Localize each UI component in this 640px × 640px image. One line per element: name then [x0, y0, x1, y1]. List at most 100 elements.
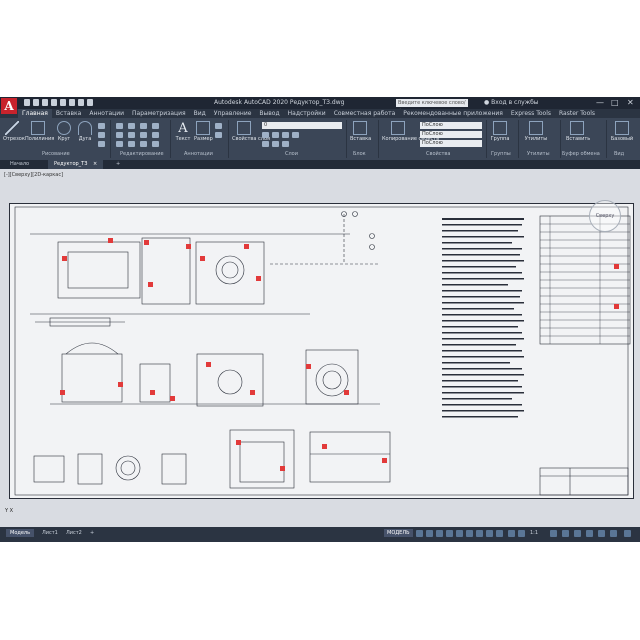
customization-icon[interactable]	[624, 530, 631, 537]
drawing-tab[interactable]: Редуктор_ТЗ ×	[48, 160, 104, 169]
offset-icon[interactable]	[152, 141, 159, 147]
explode-icon[interactable]	[152, 132, 159, 138]
tab-addins[interactable]: Надстройки	[284, 109, 330, 118]
tab-annotate[interactable]: Аннотации	[85, 109, 128, 118]
model-space-toggle[interactable]: МОДЕЛЬ	[384, 529, 413, 537]
tab-parametric[interactable]: Параметризация	[128, 109, 190, 118]
save-as-icon[interactable]	[51, 99, 57, 106]
web-mobile-icon[interactable]	[60, 99, 66, 106]
search-input[interactable]: Введите ключевое слово/фразу	[396, 99, 468, 114]
stretch-icon[interactable]	[116, 141, 123, 147]
save-icon[interactable]	[42, 99, 48, 106]
mirror-icon[interactable]	[128, 132, 135, 138]
grid-icon[interactable]	[416, 530, 423, 537]
otrack-icon[interactable]	[466, 530, 473, 537]
table-icon[interactable]	[215, 132, 222, 138]
panel-block-label[interactable]: Блок	[353, 151, 366, 157]
group-tool[interactable]: Группа	[490, 121, 510, 142]
layer-tool-icon[interactable]	[262, 141, 269, 147]
tab-layout1[interactable]: Лист1	[38, 529, 62, 537]
transparency-icon[interactable]	[486, 530, 493, 537]
tab-insert[interactable]: Вставка	[52, 109, 85, 118]
tab-output[interactable]: Вывод	[255, 109, 283, 118]
insert-block-tool[interactable]: Вставка	[350, 121, 371, 142]
osnap-icon[interactable]	[456, 530, 463, 537]
polar-icon[interactable]	[446, 530, 453, 537]
viewport-controls[interactable]: [-][Сверху][2D-каркас]	[4, 172, 63, 178]
tab-home[interactable]: Главная	[18, 109, 52, 118]
clean-screen-icon[interactable]	[610, 530, 617, 537]
tab-collaborate[interactable]: Совместная работа	[330, 109, 400, 118]
panel-clipboard-label[interactable]: Буфер обмена	[562, 151, 600, 157]
paste-tool[interactable]: Вставить	[566, 121, 590, 142]
workspace-icon[interactable]	[550, 530, 557, 537]
tab-model[interactable]: Модель	[6, 529, 35, 537]
utilities-tool[interactable]: Утилиты	[524, 121, 548, 142]
draw-small-icon[interactable]	[98, 132, 105, 138]
viewcube[interactable]: Сверху	[589, 200, 621, 232]
move-icon[interactable]	[116, 123, 123, 129]
copy-icon[interactable]	[116, 132, 123, 138]
application-menu-button[interactable]: A	[1, 98, 17, 114]
tab-express-tools[interactable]: Express Tools	[507, 109, 555, 118]
color-dropdown[interactable]: ПоСлою	[420, 122, 482, 129]
panel-annotation-label[interactable]: Аннотации	[184, 151, 213, 157]
fillet-icon[interactable]	[140, 132, 147, 138]
dimension-tool[interactable]: Размер	[194, 121, 213, 142]
layer-properties-tool[interactable]: Свойства слоя	[232, 121, 270, 142]
auto-scale-icon[interactable]	[518, 530, 525, 537]
panel-draw-label[interactable]: Рисование	[42, 151, 70, 157]
selection-cycling-icon[interactable]	[496, 530, 503, 537]
isolate-objects-icon[interactable]	[598, 530, 605, 537]
tab-layout2[interactable]: Лист2	[62, 529, 86, 537]
drawing-sheet[interactable]	[9, 203, 634, 499]
start-tab[interactable]: Начало	[4, 160, 35, 169]
leader-icon[interactable]	[215, 123, 222, 129]
tab-featured-apps[interactable]: Рекомендованные приложения	[399, 109, 507, 118]
scale-icon[interactable]	[128, 141, 135, 147]
tab-manage[interactable]: Управление	[210, 109, 256, 118]
layer-tool-icon[interactable]	[282, 141, 289, 147]
erase-icon[interactable]	[152, 123, 159, 129]
undo-icon[interactable]	[78, 99, 84, 106]
layer-tool-icon[interactable]	[262, 132, 269, 138]
arc-tool[interactable]: Дуга	[76, 121, 94, 142]
minimize-button[interactable]: —	[596, 98, 604, 107]
new-tab-button[interactable]: +	[110, 160, 126, 169]
quick-properties-icon[interactable]	[586, 530, 593, 537]
sign-in-button[interactable]: ● Вход в службы	[484, 99, 539, 106]
tab-raster-tools[interactable]: Raster Tools	[555, 109, 599, 118]
open-file-icon[interactable]	[33, 99, 39, 106]
snap-icon[interactable]	[426, 530, 433, 537]
layer-tool-icon[interactable]	[272, 141, 279, 147]
layer-tool-icon[interactable]	[292, 132, 299, 138]
annotation-visibility-icon[interactable]	[508, 530, 515, 537]
draw-small-icon[interactable]	[98, 123, 105, 129]
annotation-scale[interactable]: 1:1	[530, 530, 538, 536]
linetype-dropdown[interactable]: ПоСлою	[420, 140, 482, 147]
lineweight-dropdown[interactable]: ПоСлою	[420, 131, 482, 138]
layer-dropdown[interactable]: 0	[262, 122, 342, 129]
trim-icon[interactable]	[140, 123, 147, 129]
text-tool[interactable]: A Текст	[175, 121, 191, 142]
annotation-monitor-icon[interactable]	[562, 530, 569, 537]
units-icon[interactable]	[574, 530, 581, 537]
line-tool[interactable]: Отрезок	[3, 121, 25, 142]
panel-layers-label[interactable]: Слои	[285, 151, 298, 157]
plot-icon[interactable]	[69, 99, 75, 106]
redo-icon[interactable]	[87, 99, 93, 106]
add-layout-button[interactable]: +	[86, 529, 98, 537]
layer-tool-icon[interactable]	[282, 132, 289, 138]
panel-modify-label[interactable]: Редактирование	[120, 151, 164, 157]
polyline-tool[interactable]: Полилиния	[25, 121, 54, 142]
close-tab-icon[interactable]: ×	[93, 161, 97, 167]
panel-properties-label[interactable]: Свойства	[426, 151, 450, 157]
circle-tool[interactable]: Круг	[55, 121, 73, 142]
new-file-icon[interactable]	[24, 99, 30, 106]
base-view-tool[interactable]: Базовый	[610, 121, 634, 142]
panel-utilities-label[interactable]: Утилиты	[527, 151, 550, 157]
maximize-button[interactable]: □	[611, 98, 619, 107]
layer-tool-icon[interactable]	[272, 132, 279, 138]
lineweight-icon[interactable]	[476, 530, 483, 537]
panel-view-label[interactable]: Вид	[614, 151, 624, 157]
